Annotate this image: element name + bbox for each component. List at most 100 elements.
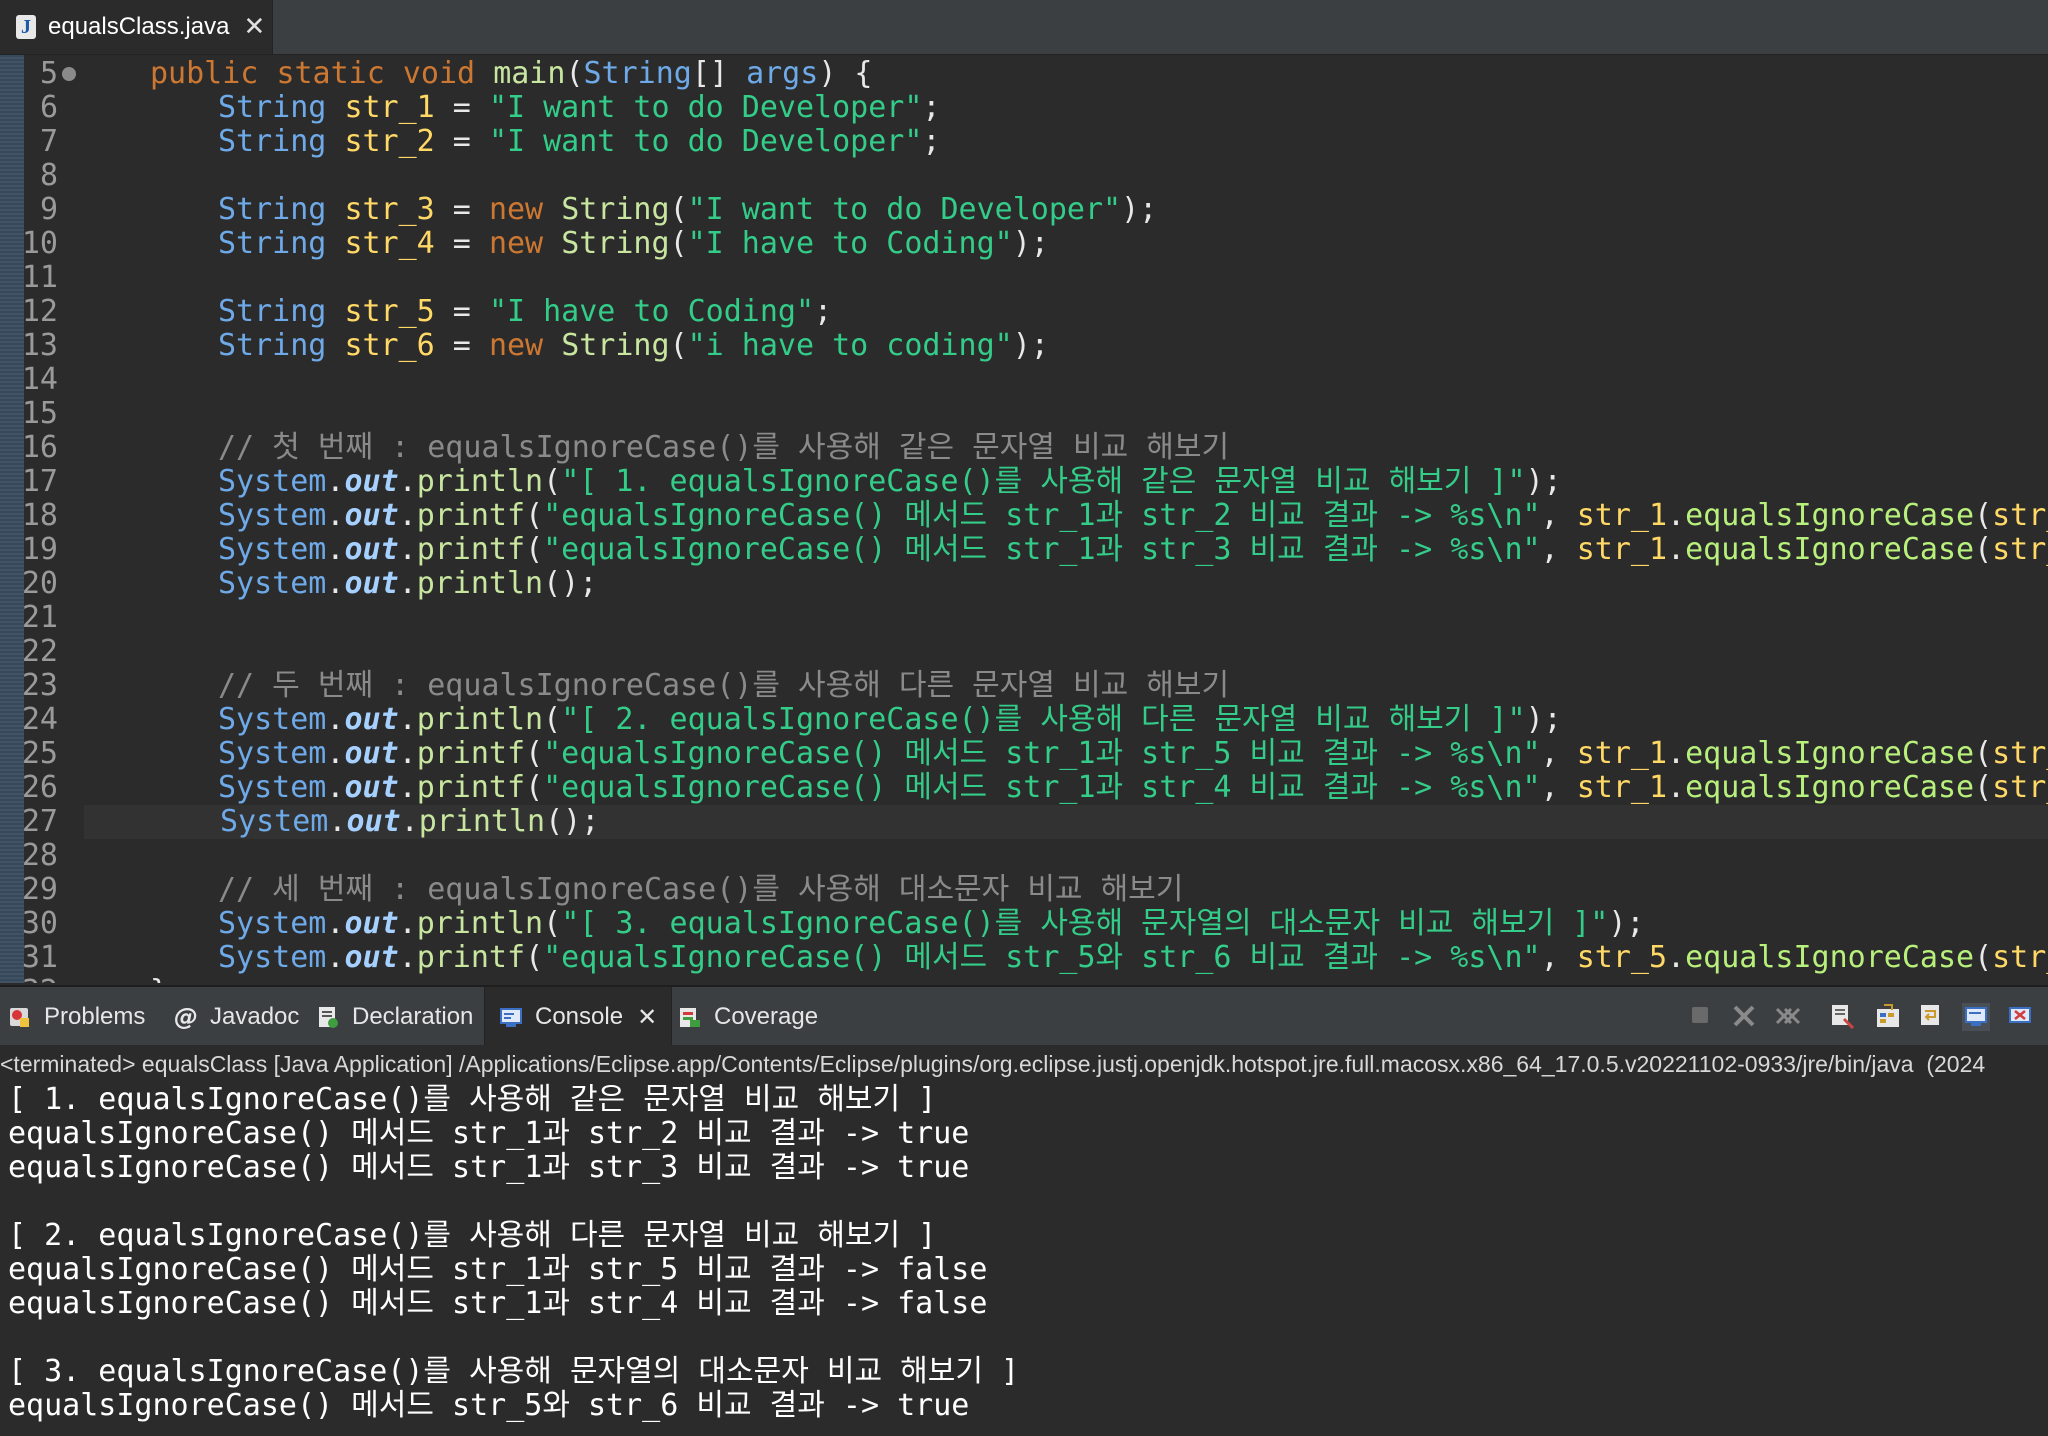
code-token: } bbox=[150, 974, 168, 984]
code-line: 10 String str_4 = new String("I have to C… bbox=[0, 227, 2048, 261]
console-output-line: equalsIgnoreCase() 메서드 str_5와 str_6 비교 결… bbox=[8, 1388, 970, 1423]
console-output-line: equalsIgnoreCase() 메서드 str_1과 str_4 비교 결… bbox=[8, 1286, 988, 1321]
tab-coverage-label: Coverage bbox=[714, 1003, 819, 1030]
code-token: out bbox=[346, 804, 401, 839]
tab-coverage[interactable]: Coverage bbox=[678, 987, 818, 1047]
code-text: String str_1 = "I want to do Developer"; bbox=[218, 91, 940, 125]
code-token: . bbox=[326, 940, 345, 975]
code-token: out bbox=[344, 464, 399, 499]
code-token: ; bbox=[922, 124, 941, 159]
scroll-lock-icon[interactable] bbox=[1874, 1003, 1902, 1031]
console-output[interactable]: [ 1. equalsIgnoreCase()를 사용해 같은 문자열 비교 해… bbox=[0, 1083, 2048, 1423]
problems-icon bbox=[8, 1005, 32, 1029]
pin-console-icon[interactable] bbox=[1962, 1003, 1990, 1031]
code-line: 30 System.out.println("[ 3. equalsIgnoreC… bbox=[0, 907, 2048, 941]
code-token: . bbox=[326, 464, 345, 499]
line-number: 26 bbox=[21, 770, 58, 805]
clear-console-icon[interactable] bbox=[1828, 1003, 1856, 1031]
code-token: System bbox=[218, 464, 327, 499]
code-token: ( bbox=[525, 940, 544, 975]
code-token: equalsIgnoreCase bbox=[1685, 770, 1975, 805]
code-token: , bbox=[1540, 498, 1577, 533]
code-token: . bbox=[398, 702, 417, 737]
display-selected-console-icon[interactable] bbox=[2006, 1003, 2034, 1031]
word-wrap-icon[interactable] bbox=[1918, 1003, 1946, 1031]
terminate-icon[interactable] bbox=[1686, 1003, 1714, 1031]
code-token: System bbox=[218, 940, 327, 975]
code-token: String bbox=[561, 192, 670, 227]
code-token: . bbox=[326, 498, 345, 533]
code-token: String bbox=[218, 90, 327, 125]
code-token: . bbox=[398, 498, 417, 533]
code-token: str_3 bbox=[344, 192, 435, 227]
line-number: 19 bbox=[21, 532, 58, 567]
line-number: 20 bbox=[21, 566, 58, 601]
code-line: 28 bbox=[0, 839, 2048, 873]
line-number: 21 bbox=[21, 600, 58, 635]
code-token: str_1 bbox=[344, 90, 435, 125]
code-token: new bbox=[488, 226, 544, 261]
code-token: new bbox=[488, 192, 544, 227]
code-text: System.out.println("[ 3. equalsIgnoreCas… bbox=[218, 907, 1644, 941]
code-line: 26 System.out.printf("equalsIgnoreCase() … bbox=[0, 771, 2048, 805]
code-token: out bbox=[344, 770, 399, 805]
code-token: String bbox=[218, 328, 327, 363]
code-line: 29 // 세 번째 : equalsIgnoreCase()를 사용해 대소문자… bbox=[0, 873, 2048, 907]
code-line: 5 public static void main(String[] args) … bbox=[0, 57, 2048, 91]
code-line: 31 System.out.printf("equalsIgnoreCase() … bbox=[0, 941, 2048, 975]
code-text: System.out.printf("equalsIgnoreCase() 메서… bbox=[218, 533, 2048, 567]
tab-declaration[interactable]: Declaration bbox=[316, 987, 473, 1047]
tab-problems[interactable]: Problems bbox=[8, 987, 145, 1047]
code-token: "I want to do Developer" bbox=[488, 124, 923, 159]
code-token: . bbox=[398, 532, 417, 567]
remove-all-terminated-icon[interactable] bbox=[1774, 1003, 1802, 1031]
code-token: // 세 번째 : equalsIgnoreCase()를 사용해 대소문자 비… bbox=[218, 872, 1184, 907]
code-token: ( bbox=[669, 226, 688, 261]
code-line: 7 String str_2 = "I want to do Developer"… bbox=[0, 125, 2048, 159]
code-text: String str_6 = new String("i have to cod… bbox=[218, 329, 1049, 363]
coverage-icon bbox=[678, 1005, 702, 1029]
line-number: 18 bbox=[21, 498, 58, 533]
javadoc-icon: @ bbox=[174, 1003, 198, 1031]
code-token: . bbox=[1667, 770, 1686, 805]
code-token: . bbox=[398, 940, 417, 975]
editor-tab-label: equalsClass.java bbox=[48, 13, 230, 40]
code-token: System bbox=[218, 566, 327, 601]
console-output-line: [ 3. equalsIgnoreCase()를 사용해 문자열의 대소문자 비… bbox=[8, 1354, 1020, 1389]
code-text: System.out.printf("equalsIgnoreCase() 메서… bbox=[218, 941, 2048, 975]
code-token: System bbox=[218, 498, 327, 533]
code-token: ( bbox=[1974, 940, 1993, 975]
code-token: str_2 bbox=[344, 124, 435, 159]
code-text: System.out.printf("equalsIgnoreCase() 메서… bbox=[218, 771, 2048, 805]
code-line: 14 bbox=[0, 363, 2048, 397]
line-number: 9 bbox=[39, 192, 58, 227]
remove-launch-icon[interactable] bbox=[1730, 1003, 1758, 1031]
editor-tab-bar: J equalsClass.java ✕ bbox=[0, 0, 2048, 55]
editor-tab-equalsclass[interactable]: J equalsClass.java ✕ bbox=[0, 0, 273, 54]
code-token: void bbox=[402, 56, 476, 91]
code-editor[interactable]: 5 public static void main(String[] args) … bbox=[0, 55, 2048, 983]
code-token: "I want to do Developer" bbox=[687, 192, 1122, 227]
close-tab-icon[interactable]: ✕ bbox=[243, 12, 265, 42]
console-output-line: equalsIgnoreCase() 메서드 str_1과 str_5 비교 결… bbox=[8, 1252, 988, 1287]
code-line: 18 System.out.printf("equalsIgnoreCase() … bbox=[0, 499, 2048, 533]
code-token: // 첫 번째 : equalsIgnoreCase()를 사용해 같은 문자열… bbox=[218, 430, 1230, 465]
code-token: ( bbox=[1974, 736, 1993, 771]
console-launch-status: <terminated> equalsClass [Java Applicati… bbox=[0, 1045, 2048, 1083]
line-number: 11 bbox=[21, 260, 58, 295]
code-text: String str_2 = "I want to do Developer"; bbox=[218, 125, 940, 159]
close-console-icon[interactable]: ✕ bbox=[637, 1003, 657, 1031]
code-line: 12 String str_5 = "I have to Coding"; bbox=[0, 295, 2048, 329]
code-token: out bbox=[344, 906, 399, 941]
code-token: ); bbox=[1608, 906, 1645, 941]
code-token: "I want to do Developer" bbox=[488, 90, 923, 125]
tab-javadoc[interactable]: @ Javadoc bbox=[174, 987, 299, 1047]
code-token: "equalsIgnoreCase() 메서드 str_1과 str_5 비교 … bbox=[543, 736, 1541, 771]
tab-console[interactable]: Console ✕ bbox=[484, 987, 673, 1047]
code-token: out bbox=[344, 736, 399, 771]
code-token: . bbox=[398, 464, 417, 499]
panel-tab-bar: Problems @ Javadoc Declaration Console ✕… bbox=[0, 985, 2048, 1047]
code-token: . bbox=[398, 906, 417, 941]
fold-marker-icon[interactable] bbox=[62, 67, 76, 81]
